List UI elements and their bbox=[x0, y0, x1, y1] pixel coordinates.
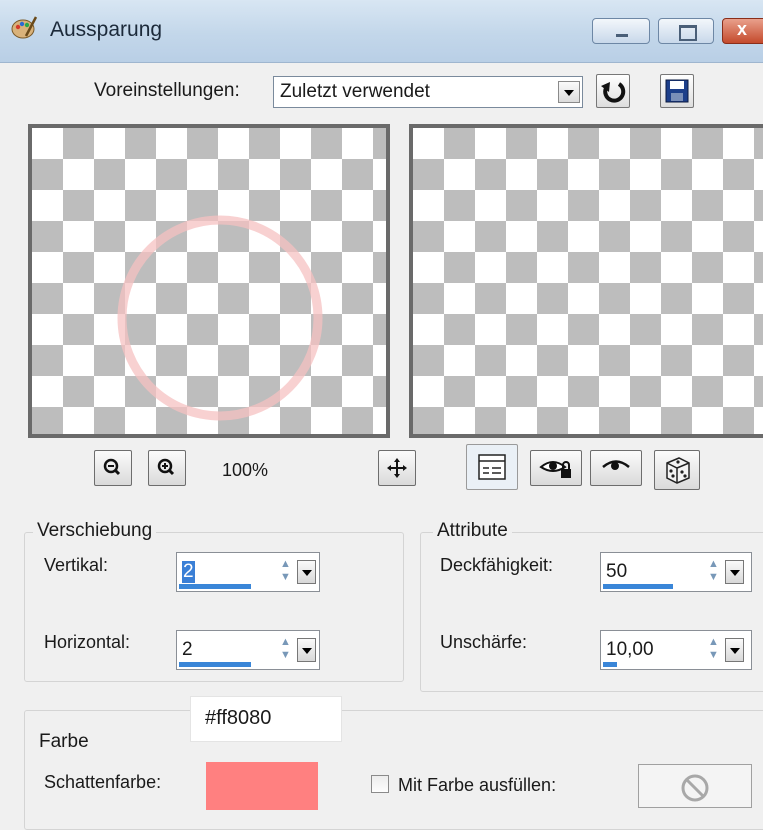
original-preview[interactable] bbox=[28, 124, 390, 438]
vertical-label: Vertikal: bbox=[44, 555, 109, 575]
horizontal-label: Horizontal: bbox=[44, 632, 131, 652]
fill-with-color-checkbox[interactable] bbox=[371, 775, 389, 793]
chevron-down-icon[interactable] bbox=[725, 638, 744, 662]
fill-with-color-label[interactable]: Mit Farbe ausfüllen: bbox=[398, 775, 556, 796]
no-entry-icon bbox=[681, 774, 709, 802]
blur-slider-bar[interactable] bbox=[603, 662, 617, 667]
save-preset-button[interactable] bbox=[660, 74, 694, 108]
zoom-level-text: 100% bbox=[222, 460, 269, 480]
randomize-button[interactable] bbox=[654, 450, 700, 490]
pan-button[interactable] bbox=[378, 450, 416, 486]
vertical-spinner[interactable]: 2 ▲ ▼ bbox=[176, 552, 320, 592]
presets-selected-value: Zuletzt verwendet bbox=[280, 81, 430, 102]
paint-palette-icon bbox=[10, 14, 38, 42]
up-down-arrows-icon[interactable]: ▲ ▼ bbox=[705, 558, 722, 586]
horizontal-spinner[interactable]: 2 ▲ ▼ bbox=[176, 630, 320, 670]
eye-icon bbox=[602, 460, 630, 470]
chevron-down-icon[interactable] bbox=[297, 638, 316, 662]
fill-color-swatch[interactable] bbox=[638, 764, 752, 808]
color-group-title: Farbe bbox=[35, 731, 93, 753]
color-hex-tooltip: #ff8080 bbox=[190, 696, 342, 742]
close-button[interactable] bbox=[722, 18, 763, 44]
move-arrows-icon bbox=[387, 458, 407, 478]
horizontal-slider-bar[interactable] bbox=[179, 662, 251, 667]
preview-on-image-button[interactable] bbox=[530, 450, 582, 486]
blur-spinner[interactable]: 10,00 ▲ ▼ bbox=[600, 630, 752, 670]
vertical-value[interactable]: 2 bbox=[182, 561, 195, 583]
reset-arrow-icon bbox=[601, 82, 626, 103]
zoom-out-button[interactable] bbox=[94, 450, 132, 486]
result-preview[interactable] bbox=[409, 124, 763, 438]
dice-icon bbox=[666, 457, 690, 484]
title-bar[interactable]: Aussparung bbox=[0, 0, 763, 63]
presets-label: Voreinstellungen: bbox=[94, 80, 240, 101]
opacity-value[interactable]: 50 bbox=[606, 561, 627, 583]
chevron-down-icon[interactable] bbox=[297, 560, 316, 584]
window-layout-icon bbox=[478, 454, 506, 480]
blur-label: Unschärfe: bbox=[440, 632, 528, 652]
opacity-slider-bar[interactable] bbox=[603, 584, 673, 589]
opacity-spinner[interactable]: 50 ▲ ▼ bbox=[600, 552, 752, 592]
zoom-in-button[interactable] bbox=[148, 450, 186, 486]
up-down-arrows-icon[interactable]: ▲ ▼ bbox=[277, 558, 294, 586]
up-down-arrows-icon[interactable]: ▲ ▼ bbox=[705, 636, 722, 664]
zoom-in-icon bbox=[157, 458, 175, 476]
blur-value[interactable]: 10,00 bbox=[606, 639, 654, 661]
attributes-group-title: Attribute bbox=[433, 520, 512, 542]
opacity-label: Deckfähigkeit: bbox=[440, 555, 554, 575]
offset-group-title: Verschiebung bbox=[33, 520, 157, 542]
auto-preview-button[interactable] bbox=[590, 450, 642, 486]
vertical-slider-bar[interactable] bbox=[179, 584, 251, 589]
chevron-down-icon[interactable] bbox=[558, 81, 580, 103]
proof-toggle-button[interactable] bbox=[466, 444, 518, 490]
chevron-down-icon[interactable] bbox=[725, 560, 744, 584]
reset-to-default-button[interactable] bbox=[596, 74, 630, 108]
cutout-shadow-preview bbox=[117, 215, 323, 421]
shadow-color-label: Schattenfarbe: bbox=[44, 772, 162, 792]
horizontal-value[interactable]: 2 bbox=[182, 639, 193, 661]
presets-dropdown[interactable]: Zuletzt verwendet bbox=[273, 76, 583, 108]
eye-lock-icon bbox=[539, 461, 571, 478]
up-down-arrows-icon[interactable]: ▲ ▼ bbox=[277, 636, 294, 664]
floppy-disk-icon bbox=[665, 79, 689, 103]
window-title: Aussparung bbox=[50, 18, 163, 41]
maximize-button[interactable] bbox=[658, 18, 714, 44]
color-hex-value: #ff8080 bbox=[205, 707, 272, 729]
minimize-button[interactable] bbox=[592, 18, 650, 44]
zoom-out-icon bbox=[103, 458, 121, 476]
shadow-color-swatch[interactable] bbox=[206, 762, 318, 810]
